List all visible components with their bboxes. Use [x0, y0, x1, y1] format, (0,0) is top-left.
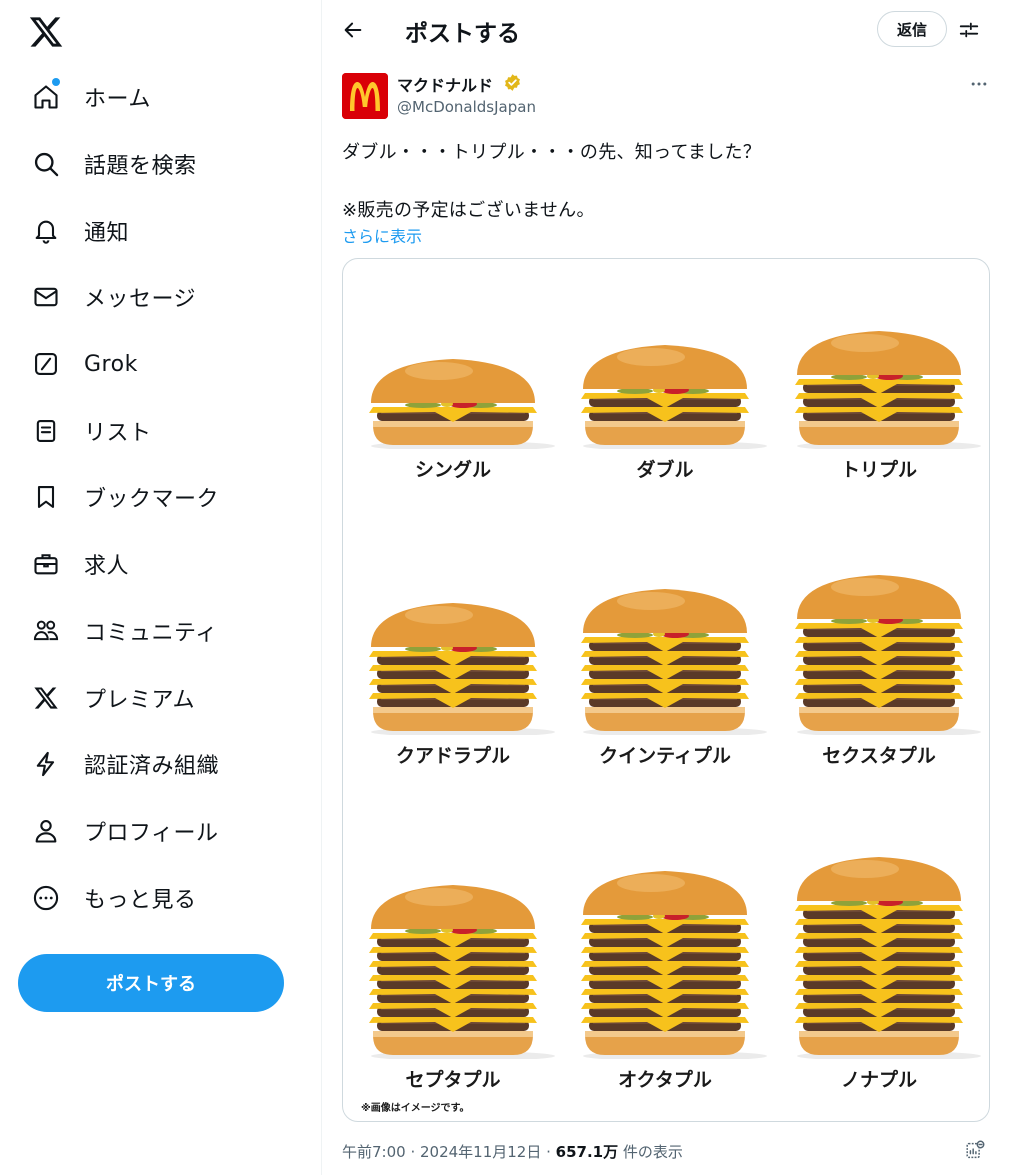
burger-label: オクタプル — [618, 1069, 712, 1091]
nav-item-jobs[interactable]: 求人 — [0, 531, 322, 598]
x-logo-icon[interactable] — [28, 14, 64, 50]
avatar[interactable] — [342, 73, 388, 119]
analytics-icon[interactable] — [963, 1138, 987, 1162]
post-image[interactable]: シングル ダブル トリプル クアドラプル クインティプル セクスタプル セプタプル オクタプル… — [342, 258, 990, 1122]
nav-label: Grok — [84, 351, 138, 377]
burger-label: セプタプル — [405, 1069, 501, 1091]
nav-label: 求人 — [84, 554, 130, 580]
more-circle-icon — [32, 884, 60, 912]
view-count: 657.1万 — [555, 1143, 619, 1161]
back-arrow-icon[interactable] — [339, 16, 367, 44]
nav-label: 認証済み組織 — [84, 754, 220, 780]
nav-label: 通知 — [84, 220, 130, 246]
home-icon — [32, 83, 60, 111]
grok-icon — [32, 350, 60, 378]
view-label: 件の表示 — [618, 1143, 683, 1161]
verified-badge-icon — [503, 73, 522, 92]
nav-item-notifications[interactable]: 通知 — [0, 197, 322, 264]
list-icon — [32, 417, 60, 445]
burger-illustration — [581, 871, 767, 1059]
notification-dot — [52, 78, 60, 86]
timestamp[interactable]: 午前7:00 · 2024年11月12日 · — [342, 1143, 556, 1161]
nav-item-premium[interactable]: プレミアム — [0, 664, 322, 731]
burger-illustration — [795, 857, 981, 1059]
header-bar: ポストする 返信 — [323, 0, 1009, 60]
nav-item-explore[interactable]: 話題を検索 — [0, 131, 322, 198]
nav-item-messages[interactable]: メッセージ — [0, 264, 322, 331]
post-meta: 午前7:00 · 2024年11月12日 · 657.1万 件の表示 — [342, 1141, 683, 1162]
nav-label: プレミアム — [84, 687, 195, 713]
nav-item-profile[interactable]: プロフィール — [0, 798, 322, 865]
nav-item-home[interactable]: ホーム — [0, 64, 322, 131]
post-text-line: ダブル・・・トリプル・・・の先、知ってました？ — [342, 142, 762, 163]
more-dots-icon[interactable] — [967, 72, 991, 96]
x-premium-icon — [32, 684, 60, 712]
nav-label: プロフィール — [84, 820, 219, 846]
nav-label: リスト — [84, 420, 152, 446]
nav-item-grok[interactable]: Grok — [0, 331, 322, 398]
communities-icon — [32, 617, 60, 645]
nav-label: ホーム — [84, 87, 151, 113]
nav-item-communities[interactable]: コミュニティ — [0, 598, 322, 665]
bell-icon — [32, 217, 60, 245]
sidebar: ホーム 話題を検索 通知 メッセージ Grok リスト ブックマーク 求人 コミ… — [0, 0, 322, 1175]
bookmark-icon — [32, 483, 60, 511]
profile-icon — [32, 817, 60, 845]
post-text-line: ※販売の予定はございません。 — [342, 200, 595, 221]
scrollbar-track[interactable] — [1009, 0, 1024, 1175]
nav-item-lists[interactable]: リスト — [0, 397, 322, 464]
mail-icon — [32, 283, 60, 311]
primary-nav: ホーム 話題を検索 通知 メッセージ Grok リスト ブックマーク 求人 コミ… — [0, 64, 322, 931]
main-column: ポストする 返信 マクドナルド @McDonaldsJapan ダブル・・・トリ… — [323, 0, 1009, 1175]
nav-label: ブックマーク — [84, 487, 220, 513]
post-button[interactable]: ポストする — [18, 954, 284, 1012]
page-title: ポストする — [405, 21, 520, 47]
nav-item-bookmarks[interactable]: ブックマーク — [0, 464, 322, 531]
nav-label: メッセージ — [84, 287, 197, 313]
search-icon — [32, 150, 60, 178]
nav-item-more[interactable]: もっと見る — [0, 864, 322, 931]
nav-item-verified-orgs[interactable]: 認証済み組織 — [0, 731, 322, 798]
nav-label: コミュニティ — [84, 620, 218, 646]
lightning-icon — [32, 750, 60, 778]
briefcase-icon — [32, 550, 60, 578]
reply-button[interactable]: 返信 — [877, 11, 947, 47]
golden-arches-logo — [342, 73, 388, 119]
author-handle[interactable]: @McDonaldsJapan — [397, 98, 536, 116]
show-more-link[interactable]: さらに表示 — [342, 223, 422, 247]
burger-illustration — [369, 885, 555, 1059]
nav-label: もっと見る — [84, 887, 197, 913]
burger-label: ノナプル — [840, 1069, 917, 1091]
nav-label: 話題を検索 — [84, 154, 197, 180]
author-name[interactable]: マクドナルド — [397, 72, 493, 96]
sliders-icon[interactable] — [955, 16, 983, 44]
image-disclaimer: ※画像はイメージです。 — [361, 1103, 470, 1114]
